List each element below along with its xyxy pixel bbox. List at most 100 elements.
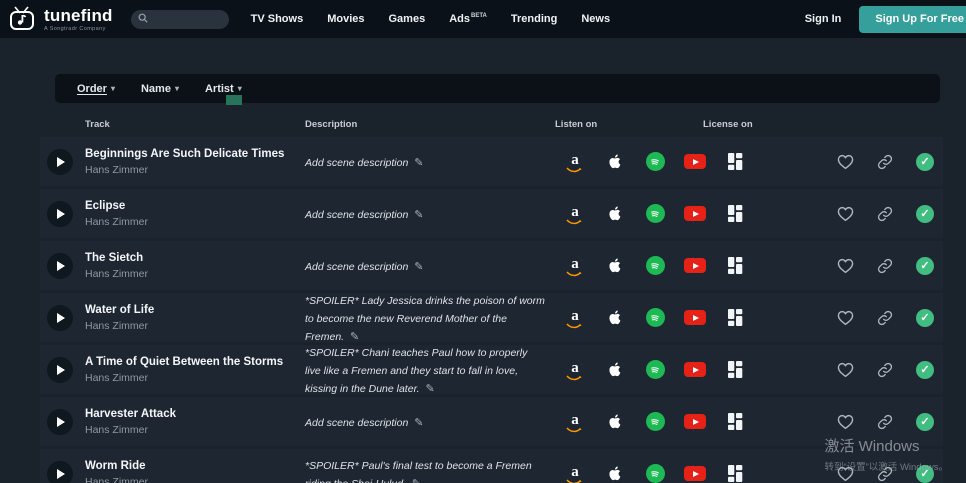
spotify-icon[interactable] [635, 464, 675, 483]
filter-artist[interactable]: Artist ▾ [205, 83, 242, 95]
share-link-icon[interactable] [865, 362, 905, 378]
apple-music-icon[interactable] [595, 412, 635, 431]
play-button[interactable] [47, 408, 73, 435]
track-title[interactable]: Harvester Attack [85, 407, 305, 421]
amazon-music-icon[interactable]: a [555, 411, 595, 433]
edit-pencil-icon[interactable]: ✎ [350, 331, 359, 343]
favorite-heart-icon[interactable] [825, 310, 865, 326]
play-button[interactable] [47, 304, 73, 331]
favorite-heart-icon[interactable] [825, 258, 865, 274]
track-title[interactable]: Water of Life [85, 303, 305, 317]
play-button[interactable] [47, 460, 73, 483]
confirmed-check-icon[interactable]: ✓ [905, 360, 945, 379]
track-title[interactable]: The Sietch [85, 251, 305, 265]
favorite-heart-icon[interactable] [825, 466, 865, 482]
nav-news[interactable]: News [581, 13, 610, 25]
confirmed-check-icon[interactable]: ✓ [905, 308, 945, 327]
track-artist[interactable]: Hans Zimmer [85, 372, 305, 384]
apple-music-icon[interactable] [595, 152, 635, 171]
confirmed-check-icon[interactable]: ✓ [905, 152, 945, 171]
edit-pencil-icon[interactable]: ✎ [426, 383, 435, 395]
scene-description[interactable]: *SPOILER* Lady Jessica drinks the poison… [305, 295, 545, 343]
spotify-icon[interactable] [635, 412, 675, 431]
apple-music-icon[interactable] [595, 464, 635, 483]
nav-movies[interactable]: Movies [327, 13, 364, 25]
scene-description[interactable]: Add scene description [305, 209, 411, 221]
share-link-icon[interactable] [865, 310, 905, 326]
share-link-icon[interactable] [865, 206, 905, 222]
spotify-icon[interactable] [635, 360, 675, 379]
edit-pencil-icon[interactable]: ✎ [414, 261, 423, 273]
filter-order[interactable]: Order ▾ [77, 83, 115, 95]
track-artist[interactable]: Hans Zimmer [85, 216, 305, 228]
play-button[interactable] [47, 252, 73, 279]
nav-trending[interactable]: Trending [511, 13, 557, 25]
favorite-heart-icon[interactable] [825, 154, 865, 170]
apple-music-icon[interactable] [595, 308, 635, 327]
license-grid-icon[interactable] [715, 309, 755, 326]
track-title[interactable]: Eclipse [85, 199, 305, 213]
youtube-icon[interactable] [675, 466, 715, 481]
license-grid-icon[interactable] [715, 205, 755, 222]
spotify-icon[interactable] [635, 204, 675, 223]
youtube-icon[interactable] [675, 206, 715, 221]
confirmed-check-icon[interactable]: ✓ [905, 256, 945, 275]
share-link-icon[interactable] [865, 414, 905, 430]
filter-name[interactable]: Name ▾ [141, 83, 179, 95]
scene-description[interactable]: Add scene description [305, 157, 411, 169]
spotify-icon[interactable] [635, 308, 675, 327]
track-title[interactable]: A Time of Quiet Between the Storms [85, 355, 305, 369]
youtube-icon[interactable] [675, 310, 715, 325]
spotify-icon[interactable] [635, 256, 675, 275]
play-button[interactable] [47, 356, 73, 383]
favorite-heart-icon[interactable] [825, 362, 865, 378]
nav-tv-shows[interactable]: TV Shows [251, 13, 304, 25]
track-title[interactable]: Worm Ride [85, 459, 305, 473]
favorite-heart-icon[interactable] [825, 206, 865, 222]
apple-music-icon[interactable] [595, 256, 635, 275]
amazon-music-icon[interactable]: a [555, 151, 595, 173]
license-grid-icon[interactable] [715, 153, 755, 170]
favorite-heart-icon[interactable] [825, 414, 865, 430]
track-artist[interactable]: Hans Zimmer [85, 164, 305, 176]
license-grid-icon[interactable] [715, 465, 755, 482]
amazon-music-icon[interactable]: a [555, 255, 595, 277]
license-grid-icon[interactable] [715, 257, 755, 274]
sign-in-link[interactable]: Sign In [805, 13, 842, 25]
edit-pencil-icon[interactable]: ✎ [414, 417, 423, 429]
scene-description[interactable]: *SPOILER* Chani teaches Paul how to prop… [305, 347, 527, 395]
track-artist[interactable]: Hans Zimmer [85, 320, 305, 332]
scene-description[interactable]: Add scene description [305, 417, 411, 429]
search-input[interactable] [152, 13, 223, 25]
amazon-music-icon[interactable]: a [555, 203, 595, 225]
apple-music-icon[interactable] [595, 204, 635, 223]
nav-ads[interactable]: AdsBETA [449, 13, 487, 25]
track-artist[interactable]: Hans Zimmer [85, 268, 305, 280]
youtube-icon[interactable] [675, 362, 715, 377]
play-button[interactable] [47, 200, 73, 227]
amazon-music-icon[interactable]: a [555, 307, 595, 329]
tunefind-logo[interactable]: tunefind A Songtradr Company [8, 6, 113, 32]
sign-up-button[interactable]: Sign Up For Free [859, 5, 966, 33]
license-grid-icon[interactable] [715, 361, 755, 378]
search-bar[interactable] [130, 9, 229, 29]
youtube-icon[interactable] [675, 154, 715, 169]
share-link-icon[interactable] [865, 154, 905, 170]
confirmed-check-icon[interactable]: ✓ [905, 464, 945, 483]
play-button[interactable] [47, 148, 73, 175]
amazon-music-icon[interactable]: a [555, 463, 595, 483]
share-link-icon[interactable] [865, 258, 905, 274]
track-title[interactable]: Beginnings Are Such Delicate Times [85, 147, 305, 161]
nav-games[interactable]: Games [389, 13, 426, 25]
youtube-icon[interactable] [675, 258, 715, 273]
edit-pencil-icon[interactable]: ✎ [412, 478, 421, 483]
amazon-music-icon[interactable]: a [555, 359, 595, 381]
apple-music-icon[interactable] [595, 360, 635, 379]
edit-pencil-icon[interactable]: ✎ [414, 209, 423, 221]
youtube-icon[interactable] [675, 414, 715, 429]
scene-description[interactable]: Add scene description [305, 261, 411, 273]
confirmed-check-icon[interactable]: ✓ [905, 204, 945, 223]
edit-pencil-icon[interactable]: ✎ [414, 157, 423, 169]
spotify-icon[interactable] [635, 152, 675, 171]
track-artist[interactable]: Hans Zimmer [85, 476, 305, 483]
